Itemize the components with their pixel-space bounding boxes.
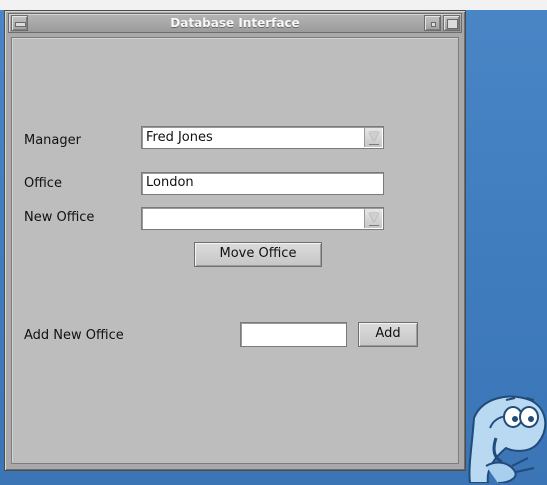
manager-dropdown[interactable]: Fred Jones (141, 126, 384, 149)
database-interface-window: Database Interface Manager Fred Jones Of… (4, 10, 466, 471)
manager-label: Manager (24, 133, 81, 148)
office-field[interactable]: London (141, 172, 384, 195)
chevron-down-icon[interactable] (364, 209, 382, 228)
desktop-mascot-icon (468, 388, 547, 484)
window-content: Manager Fred Jones Office London New Off… (11, 37, 459, 464)
add-new-office-label: Add New Office (24, 328, 124, 343)
new-office-label: New Office (24, 210, 95, 225)
add-new-office-field[interactable] (240, 322, 347, 347)
add-button[interactable]: Add (358, 322, 418, 347)
manager-selected-value: Fred Jones (146, 130, 213, 145)
window-title: Database Interface (170, 16, 300, 30)
office-label: Office (24, 176, 62, 191)
maximize-icon[interactable] (443, 15, 460, 31)
new-office-dropdown[interactable] (141, 207, 384, 230)
chevron-down-icon[interactable] (364, 128, 382, 147)
minimize-icon[interactable] (424, 15, 441, 31)
window-titlebar[interactable]: Database Interface (8, 13, 462, 33)
desktop-top-strip (0, 0, 547, 10)
move-office-button[interactable]: Move Office (194, 242, 322, 267)
